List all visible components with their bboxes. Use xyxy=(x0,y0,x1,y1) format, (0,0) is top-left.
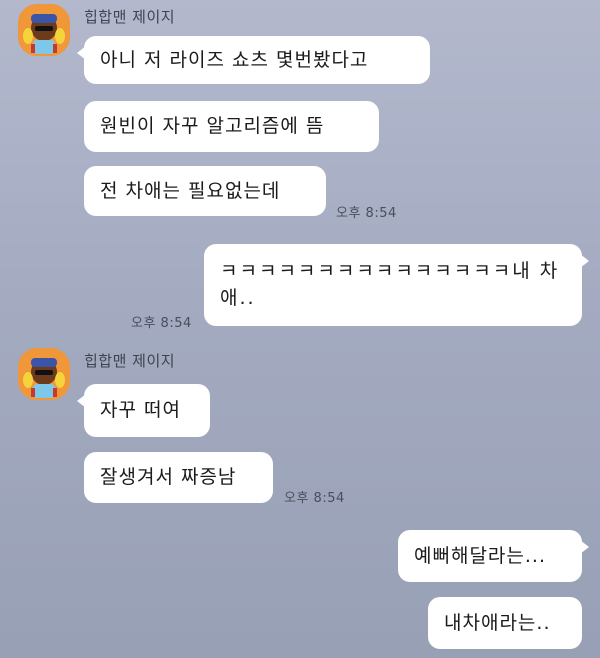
message-text: ㅋㅋㅋㅋㅋㅋㅋㅋㅋㅋㅋㅋㅋㅋㅋ내 차애.. xyxy=(220,260,560,309)
sender-avatar[interactable] xyxy=(18,4,70,56)
message-text: 예뻐해달라는... xyxy=(414,544,546,567)
sender-name: 힙합맨 제이지 xyxy=(84,352,176,370)
message-bubble[interactable]: 잘생겨서 짜증남 xyxy=(84,452,273,503)
message-time: 오후 8:54 xyxy=(336,206,397,221)
my-message-bubble[interactable]: 내차애라는.. xyxy=(428,597,582,649)
message-bubble[interactable]: 원빈이 자꾸 알고리즘에 뜸 xyxy=(84,101,379,152)
message-text: 내차애라는.. xyxy=(444,611,551,634)
message-text: 잘생겨서 짜증남 xyxy=(100,466,237,488)
sender-avatar[interactable] xyxy=(18,348,70,400)
message-bubble[interactable]: 아니 저 라이즈 쇼츠 몇번봤다고 xyxy=(77,36,430,84)
sender-name: 힙합맨 제이지 xyxy=(84,8,176,26)
message-time: 오후 8:54 xyxy=(131,316,192,331)
message-text: 자꾸 떠여 xyxy=(100,399,181,421)
my-message-bubble[interactable]: 예뻐해달라는... xyxy=(398,530,589,582)
character-avatar-icon xyxy=(18,348,70,400)
character-avatar-icon xyxy=(18,4,70,56)
message-text: 원빈이 자꾸 알고리즘에 뜸 xyxy=(100,115,325,137)
message-bubble[interactable]: 전 차애는 필요없는데 xyxy=(84,166,326,216)
message-text: 아니 저 라이즈 쇼츠 몇번봤다고 xyxy=(100,48,369,71)
message-text: 전 차애는 필요없는데 xyxy=(100,179,281,202)
my-message-bubble[interactable]: ㅋㅋㅋㅋㅋㅋㅋㅋㅋㅋㅋㅋㅋㅋㅋ내 차애.. xyxy=(204,244,589,326)
message-time: 오후 8:54 xyxy=(284,491,345,506)
message-bubble[interactable]: 자꾸 떠여 xyxy=(77,384,210,437)
